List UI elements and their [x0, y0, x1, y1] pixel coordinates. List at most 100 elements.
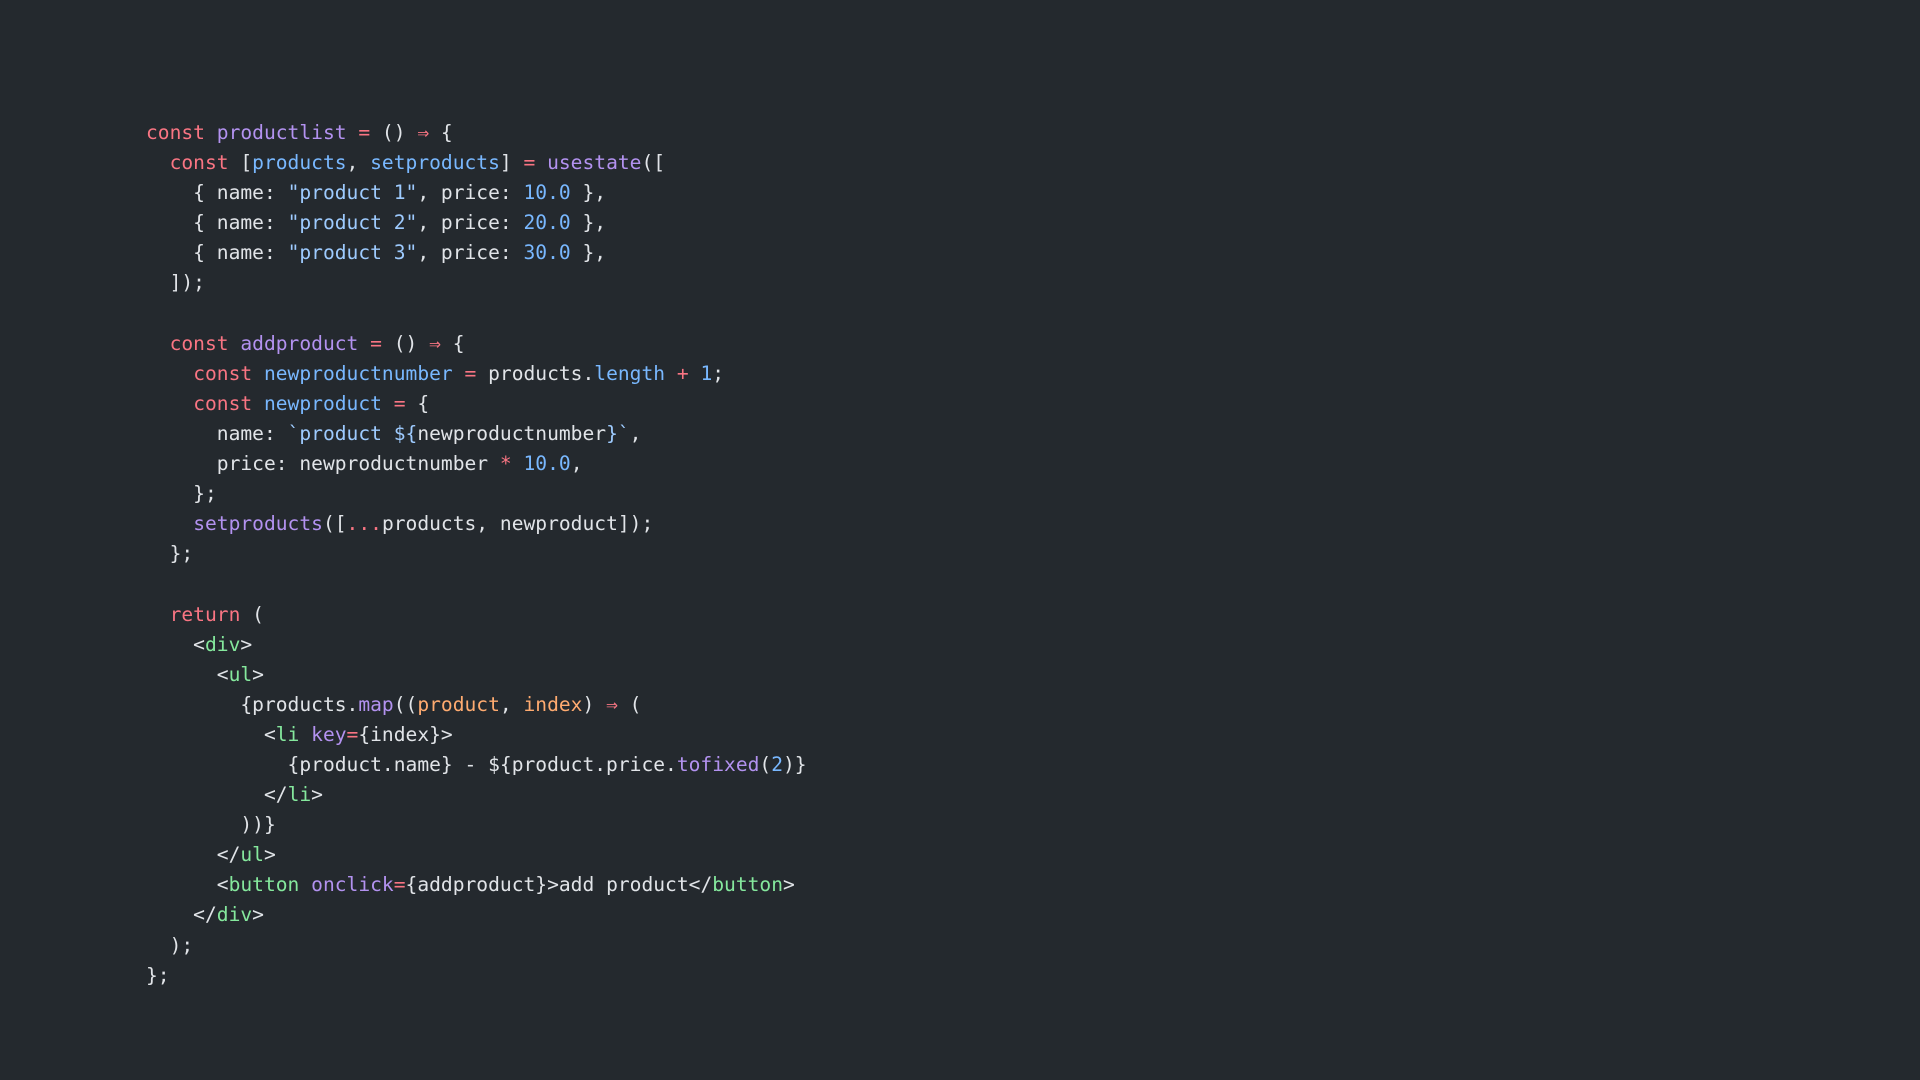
code-token: >	[311, 783, 323, 807]
code-token: ]	[499, 151, 524, 175]
code-token: +	[676, 361, 689, 385]
code-line: ))}	[146, 810, 807, 840]
code-token: >	[252, 903, 264, 927]
code-line: return (	[146, 600, 807, 630]
code-token: >	[240, 632, 253, 656]
code-line: const [products, setproducts] = usestate…	[146, 148, 807, 178]
code-token: ,	[346, 151, 371, 175]
code-token: ))}	[146, 813, 276, 837]
code-token: div	[216, 903, 253, 927]
code-token: `product ${	[287, 421, 418, 445]
code-token: li	[287, 783, 312, 807]
code-block: const productlist = () ⇒ { const [produc…	[146, 118, 807, 991]
code-token: productlist	[216, 121, 347, 144]
code-token: key	[311, 722, 347, 746]
code-token: {	[440, 331, 465, 355]
code-token: ⇒	[417, 121, 430, 144]
code-token: "product 2"	[287, 211, 418, 235]
code-token: (	[617, 692, 642, 716]
code-line: ]);	[146, 268, 807, 298]
code-token: </	[146, 783, 288, 807]
code-token: div	[204, 632, 241, 656]
code-token: price: newproductnumber	[146, 452, 500, 476]
code-token: ,	[629, 421, 642, 445]
code-token: map	[358, 692, 394, 716]
code-token: =	[346, 722, 359, 746]
code-line: );	[146, 931, 807, 961]
code-line: };	[146, 539, 807, 569]
code-token: { name:	[146, 211, 288, 235]
code-token: ]);	[146, 271, 205, 295]
code-token: products	[252, 151, 347, 175]
code-token: li	[275, 722, 300, 746]
code-token: [	[228, 151, 253, 175]
code-token: {addproduct}>add product</	[405, 873, 713, 897]
code-token: </	[146, 903, 217, 927]
code-token: 10.0	[523, 452, 571, 476]
code-token: button	[712, 873, 784, 897]
code-token: usestate	[547, 151, 642, 175]
code-line: const addproduct = () ⇒ {	[146, 329, 807, 359]
code-token: , price:	[417, 211, 524, 235]
code-token: {product.name} - ${product.price.	[146, 752, 677, 776]
code-token: ;	[712, 361, 725, 385]
code-token: 1	[700, 361, 713, 385]
code-token: ((	[393, 692, 418, 716]
code-token: <	[146, 722, 276, 746]
code-token: ,	[499, 692, 524, 716]
code-token: >	[263, 843, 276, 867]
code-line: setproducts([...products, newproduct]);	[146, 509, 807, 539]
code-token: =	[358, 121, 371, 144]
code-token: newproductnumber	[263, 361, 453, 385]
code-token: =	[523, 151, 536, 175]
code-token: "product 1"	[287, 181, 418, 205]
code-token: const	[169, 331, 229, 355]
code-token: =	[393, 391, 406, 415]
code-line: {product.name} - ${product.price.tofixed…	[146, 750, 807, 780]
code-token: >	[252, 662, 264, 686]
code-token: )}	[783, 752, 807, 776]
code-token: };	[146, 482, 217, 506]
code-token: >	[783, 873, 795, 897]
code-token: }`	[606, 421, 630, 445]
code-line: };	[146, 479, 807, 509]
code-token: },	[570, 211, 607, 235]
code-token: { name:	[146, 181, 288, 205]
code-token: 10.0	[523, 181, 571, 205]
code-line: { name: "product 3", price: 30.0 },	[146, 238, 807, 268]
code-line: const productlist = () ⇒ {	[146, 118, 807, 148]
code-token: ⇒	[429, 331, 441, 355]
code-token: onclick	[311, 873, 394, 897]
code-token: , price:	[417, 241, 524, 265]
code-token: const	[193, 391, 253, 415]
code-token: <	[146, 632, 205, 656]
code-token: { name:	[146, 241, 288, 265]
code-token: 2	[771, 752, 784, 776]
code-token: ul	[228, 662, 253, 686]
code-token: <	[146, 873, 229, 897]
code-token: const	[146, 121, 205, 144]
code-token: =	[370, 331, 382, 355]
code-line: { name: "product 1", price: 10.0 },	[146, 178, 807, 208]
code-line: <li key={index}>	[146, 720, 807, 750]
code-token: const	[193, 361, 253, 385]
code-line: <ul>	[146, 660, 807, 690]
code-line: </li>	[146, 780, 807, 810]
code-token: product	[417, 692, 500, 716]
